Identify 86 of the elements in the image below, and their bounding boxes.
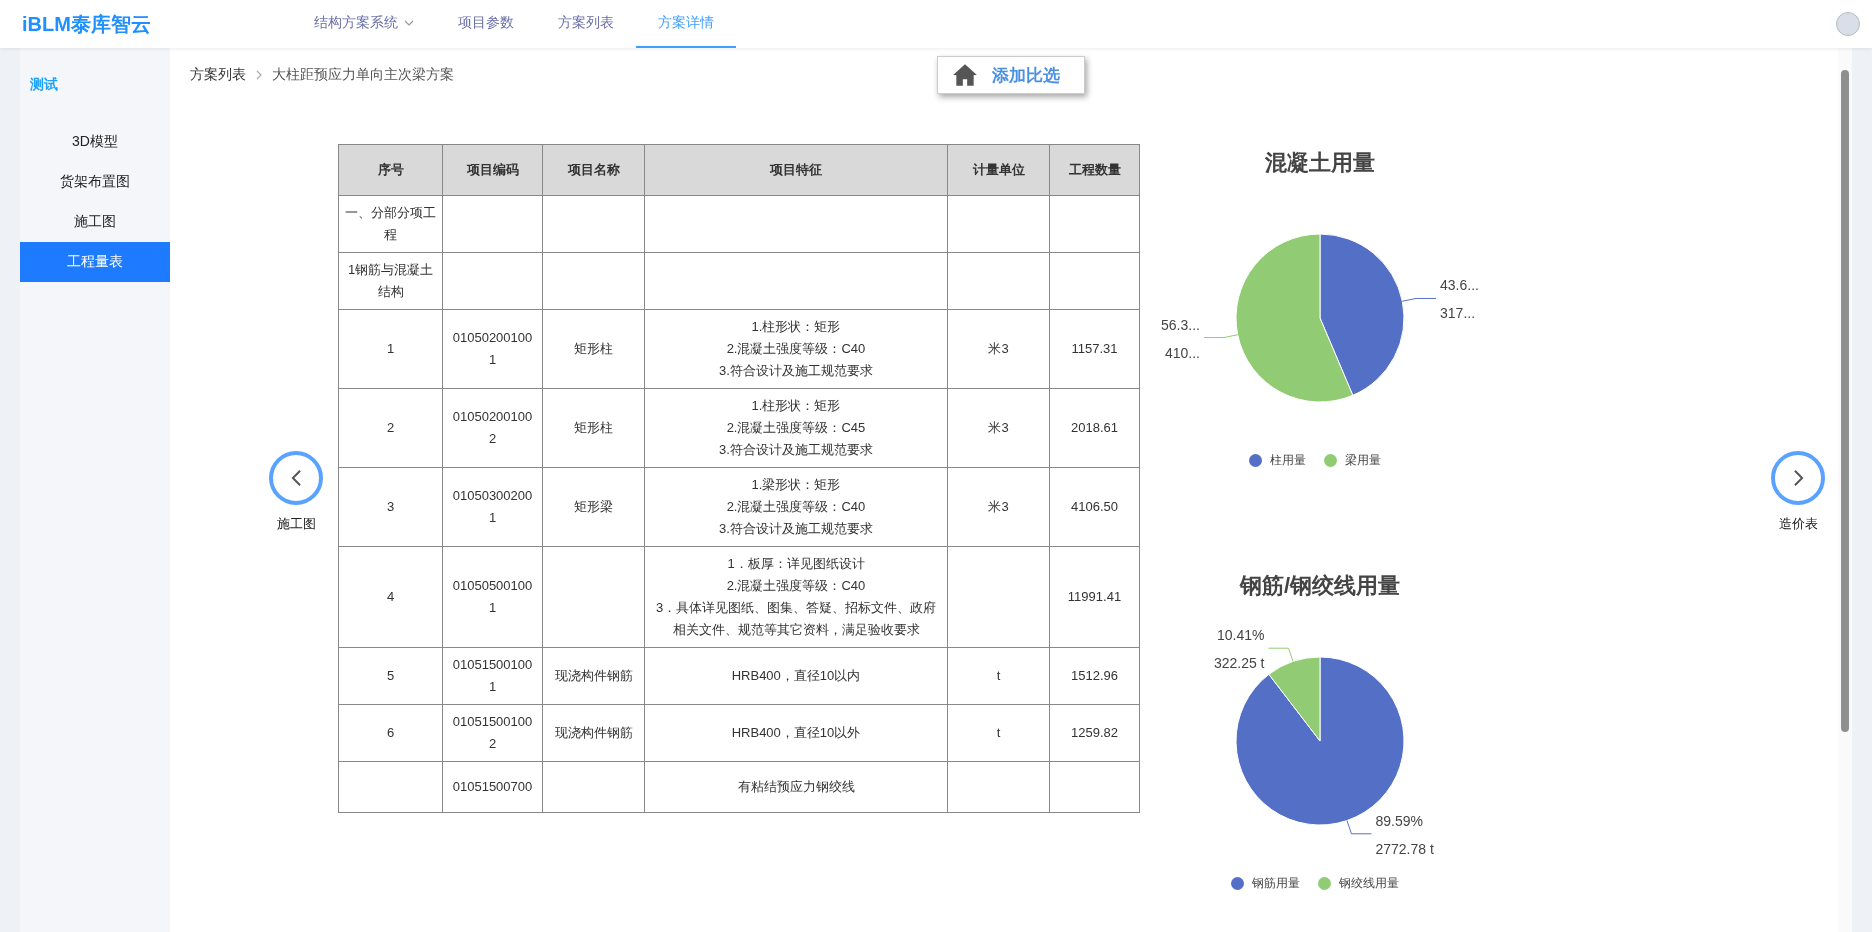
column-header: 项目编码 <box>442 144 543 196</box>
column-header: 序号 <box>338 144 443 196</box>
table-cell: 010503002001 <box>442 467 543 547</box>
table-cell: 11991.41 <box>1049 546 1140 648</box>
legend-label[interactable]: 钢绞线用量 <box>1339 875 1399 892</box>
previous-button[interactable] <box>269 451 323 505</box>
data-label: 89.59% <box>1375 812 1423 829</box>
data-label: 317... <box>1440 305 1476 322</box>
column-header: 项目特征 <box>644 144 948 196</box>
table-cell: 米3 <box>947 467 1050 547</box>
scrollbar[interactable] <box>1838 48 1852 932</box>
table-cell: HRB400，直径10以内 <box>644 647 948 705</box>
chart-title: 混凝土用量 <box>1265 149 1375 177</box>
table-cell: 010505001001 <box>442 546 543 648</box>
table-cell: 现浇构件钢筋 <box>542 704 645 762</box>
column-header: 计量单位 <box>947 144 1050 196</box>
column-header: 项目名称 <box>542 144 645 196</box>
table-cell: 有粘结预应力钢绞线 <box>644 761 948 813</box>
data-label: 410... <box>1164 344 1200 361</box>
legend-label[interactable]: 柱用量 <box>1270 452 1306 469</box>
table-cell: 4 <box>338 546 443 648</box>
table-cell: 6 <box>338 704 443 762</box>
table-cell: t <box>947 704 1050 762</box>
sidebar-item[interactable]: 3D模型 <box>20 122 170 162</box>
table-cell: 1钢筋与混凝土结构 <box>338 252 443 310</box>
table-cell: 1.柱形状：矩形 2.混凝土强度等级：C40 3.符合设计及施工规范要求 <box>644 309 948 389</box>
table-cell: HRB400，直径10以外 <box>644 704 948 762</box>
table-cell: 米3 <box>947 309 1050 389</box>
sidebar-item[interactable]: 施工图 <box>20 202 170 242</box>
table-cell: 1.梁形状：矩形 2.混凝土强度等级：C40 3.符合设计及施工规范要求 <box>644 467 948 547</box>
table-cell: 5 <box>338 647 443 705</box>
nav-tab[interactable]: 方案列表 <box>536 0 636 48</box>
nav-tab[interactable]: 结构方案系统 <box>292 0 436 48</box>
nav-tab[interactable]: 项目参数 <box>436 0 536 48</box>
table-cell: 010502001001 <box>442 309 543 389</box>
table-cell: 2 <box>338 388 443 468</box>
data-label: 2772.78 t <box>1375 840 1434 857</box>
data-label: 43.6... <box>1440 277 1479 294</box>
table-cell: 010502001002 <box>442 388 543 468</box>
previous-label: 施工图 <box>276 515 316 533</box>
table-cell: 1259.82 <box>1049 704 1140 762</box>
data-label: 10.41% <box>1217 627 1265 644</box>
table-cell: 2018.61 <box>1049 388 1140 468</box>
breadcrumb-item[interactable]: 方案列表 <box>190 66 246 84</box>
data-label: 322.25 t <box>1213 655 1265 672</box>
table-cell: 1 <box>338 309 443 389</box>
table-cell: 010515001002 <box>442 704 543 762</box>
table-cell: 1512.96 <box>1049 647 1140 705</box>
chevron-left-icon <box>290 469 302 487</box>
table-cell: 4106.50 <box>1049 467 1140 547</box>
legend-label[interactable]: 梁用量 <box>1345 452 1381 469</box>
sidebar-title: 测试 <box>29 75 59 94</box>
leader-line <box>1346 820 1372 835</box>
table-cell: 米3 <box>947 388 1050 468</box>
table-cell: 矩形柱 <box>542 309 645 389</box>
table-cell: 现浇构件钢筋 <box>542 647 645 705</box>
data-label: 56.3... <box>1161 316 1200 333</box>
table-cell: t <box>947 647 1050 705</box>
sidebar-item[interactable]: 货架布置图 <box>20 162 170 202</box>
table-cell: 1.柱形状：矩形 2.混凝土强度等级：C45 3.符合设计及施工规范要求 <box>644 388 948 468</box>
sidebar-item[interactable]: 工程量表 <box>20 242 170 282</box>
leader-line <box>1203 334 1239 339</box>
chart-title: 钢筋/钢绞线用量 <box>1239 572 1401 600</box>
table-cell: 矩形柱 <box>542 388 645 468</box>
breadcrumb-item: 大柱距预应力单向主次梁方案 <box>272 66 454 84</box>
table-cell: 一、分部分项工程 <box>338 195 443 253</box>
table-cell: 3 <box>338 467 443 547</box>
legend-dot[interactable] <box>1249 454 1262 467</box>
table-cell: 1．板厚：详见图纸设计 2.混凝土强度等级：C40 3．具体详见图纸、图集、答疑、招标文件、政府相关文件、规范等其它资料，满足验收要求 <box>644 546 948 648</box>
table-cell: 010515001001 <box>442 647 543 705</box>
next-button[interactable] <box>1771 451 1825 505</box>
legend-dot[interactable] <box>1324 454 1337 467</box>
chevron-right-icon <box>256 70 262 80</box>
leader-line <box>1268 647 1294 662</box>
legend-dot[interactable] <box>1318 877 1331 890</box>
chevron-right-icon <box>1792 469 1804 487</box>
next-label: 造价表 <box>1778 515 1818 533</box>
column-header: 工程数量 <box>1049 144 1140 196</box>
leader-line <box>1401 297 1437 302</box>
table-cell: 矩形梁 <box>542 467 645 547</box>
legend-label[interactable]: 钢筋用量 <box>1252 875 1300 892</box>
table-cell: 1157.31 <box>1049 309 1140 389</box>
house-icon <box>952 62 978 88</box>
legend-dot[interactable] <box>1231 877 1244 890</box>
table-cell: 01051500700 <box>442 761 543 813</box>
avatar[interactable] <box>1836 12 1860 36</box>
